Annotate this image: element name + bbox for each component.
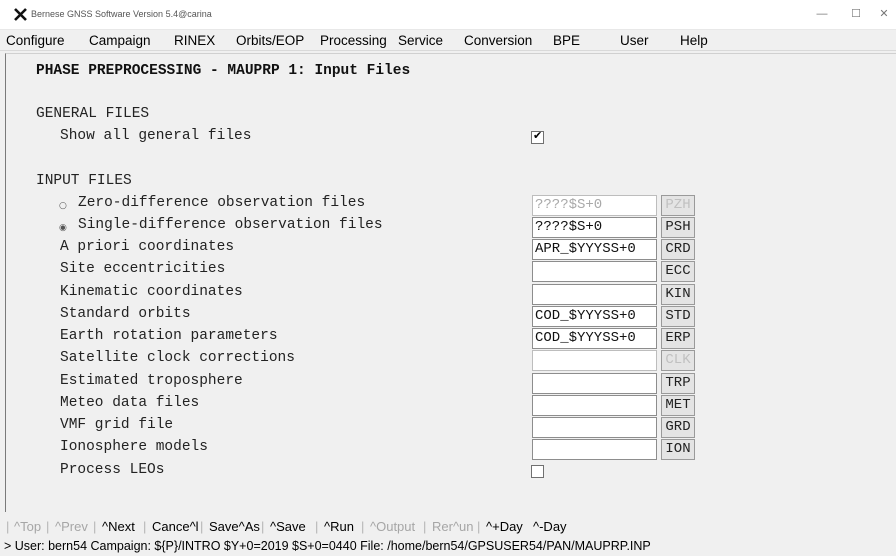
menu-bpe[interactable]: BPE <box>553 33 580 48</box>
earth-rotation-parameters-input[interactable]: COD_$YYYSS+0 <box>532 328 657 349</box>
minus-day-button[interactable]: ^-Day <box>533 519 567 534</box>
menu-help[interactable]: Help <box>680 33 708 48</box>
earth-rotation-parameters-label: Earth rotation parameters <box>60 328 278 344</box>
separator: | <box>46 519 50 534</box>
save-as-button[interactable]: Save^As <box>209 519 260 534</box>
separator: | <box>6 519 10 534</box>
menu-rinex[interactable]: RINEX <box>174 33 215 48</box>
run-button[interactable]: ^Run <box>324 519 354 534</box>
output-button[interactable]: ^Output <box>370 519 415 534</box>
menu-orbits-eop[interactable]: Orbits/EOP <box>236 33 304 48</box>
single-diff-obs-label: Single-difference observation files <box>78 217 383 233</box>
meteo-data-files-ext-button[interactable]: MET <box>661 395 695 416</box>
window-titlebar: Bernese GNSS Software Version 5.4@carina… <box>0 0 896 30</box>
process-leos-checkbox[interactable] <box>531 465 544 478</box>
menu-campaign[interactable]: Campaign <box>89 33 151 48</box>
panel-title: PHASE PREPROCESSING - MAUPRP 1: Input Fi… <box>36 63 411 79</box>
rerun-button[interactable]: Rer^un <box>432 519 474 534</box>
window-title: Bernese GNSS Software Version 5.4@carina <box>31 9 212 19</box>
site-eccentricities-input[interactable] <box>532 261 657 282</box>
separator: | <box>200 519 204 534</box>
standard-orbits-input[interactable]: COD_$YYYSS+0 <box>532 306 657 327</box>
menu-bar: Configure Campaign RINEX Orbits/EOP Proc… <box>0 30 896 51</box>
earth-rotation-parameters-ext-button[interactable]: ERP <box>661 328 695 349</box>
single-diff-ext-button[interactable]: PSH <box>661 217 695 238</box>
cancel-button[interactable]: Cance^l <box>152 519 199 534</box>
site-eccentricities-label: Site eccentricities <box>60 261 226 277</box>
separator: | <box>261 519 265 534</box>
vmf-grid-file-input[interactable] <box>532 417 657 438</box>
ionosphere-models-label: Ionosphere models <box>60 439 208 455</box>
menu-processing[interactable]: Processing <box>320 33 387 48</box>
show-all-general-files-checkbox[interactable]: ✔ <box>531 129 544 144</box>
x-logo-icon <box>14 8 27 21</box>
zero-diff-obs-input[interactable]: ????$S+0 <box>532 195 657 216</box>
menu-configure[interactable]: Configure <box>6 33 65 48</box>
checkmark-icon: ✔ <box>533 129 543 142</box>
satellite-clock-corrections-label: Satellite clock corrections <box>60 350 295 366</box>
status-bar: > User: bern54 Campaign: ${P}/INTRO $Y+0… <box>0 538 896 556</box>
kinematic-coordinates-ext-button[interactable]: KIN <box>661 284 695 305</box>
standard-orbits-label: Standard orbits <box>60 306 191 322</box>
next-button[interactable]: ^Next <box>102 519 135 534</box>
separator: | <box>143 519 147 534</box>
ionosphere-models-ext-button[interactable]: ION <box>661 439 695 460</box>
kinematic-coordinates-label: Kinematic coordinates <box>60 284 243 300</box>
separator: | <box>315 519 319 534</box>
menu-service[interactable]: Service <box>398 33 443 48</box>
zero-diff-radio[interactable]: ○ <box>59 201 67 211</box>
separator: | <box>361 519 365 534</box>
input-files-heading: INPUT FILES <box>36 173 132 189</box>
meteo-data-files-input[interactable] <box>532 395 657 416</box>
standard-orbits-ext-button[interactable]: STD <box>661 306 695 327</box>
single-diff-obs-input[interactable]: ????$S+0 <box>532 217 657 238</box>
menu-user[interactable]: User <box>620 33 649 48</box>
process-leos-label: Process LEOs <box>60 462 165 478</box>
maximize-button[interactable]: ☐ <box>846 6 866 22</box>
input-panel: PHASE PREPROCESSING - MAUPRP 1: Input Fi… <box>5 53 896 512</box>
a-priori-coordinates-label: A priori coordinates <box>60 239 235 255</box>
a-priori-coordinates-input[interactable]: APR_$YYYSS+0 <box>532 239 657 260</box>
separator: | <box>423 519 427 534</box>
separator: | <box>93 519 97 534</box>
estimated-troposphere-label: Estimated troposphere <box>60 373 243 389</box>
satellite-clock-corrections-input[interactable] <box>532 350 657 371</box>
general-files-heading: GENERAL FILES <box>36 106 150 122</box>
menu-conversion[interactable]: Conversion <box>464 33 532 48</box>
kinematic-coordinates-input[interactable] <box>532 284 657 305</box>
satellite-clock-corrections-ext-button[interactable]: CLK <box>661 350 695 371</box>
plus-day-button[interactable]: ^+Day <box>486 519 523 534</box>
estimated-troposphere-ext-button[interactable]: TRP <box>661 373 695 394</box>
meteo-data-files-label: Meteo data files <box>60 395 200 411</box>
button-bar: | ^Top | ^Prev | ^Next | Cance^l | Save^… <box>0 513 896 538</box>
save-button[interactable]: ^Save <box>270 519 306 534</box>
ionosphere-models-input[interactable] <box>532 439 657 460</box>
zero-diff-obs-label: Zero-difference observation files <box>78 195 366 211</box>
vmf-grid-file-ext-button[interactable]: GRD <box>661 417 695 438</box>
prev-button[interactable]: ^Prev <box>55 519 88 534</box>
single-diff-radio[interactable]: ◉ <box>59 223 67 233</box>
close-button[interactable]: ✕ <box>874 6 894 22</box>
show-all-general-files-label: Show all general files <box>60 128 252 144</box>
estimated-troposphere-input[interactable] <box>532 373 657 394</box>
site-eccentricities-ext-button[interactable]: ECC <box>661 261 695 282</box>
a-priori-coordinates-ext-button[interactable]: CRD <box>661 239 695 260</box>
vmf-grid-file-label: VMF grid file <box>60 417 174 433</box>
zero-diff-ext-button[interactable]: PZH <box>661 195 695 216</box>
top-button[interactable]: ^Top <box>14 519 41 534</box>
minimize-button[interactable]: — <box>812 6 832 22</box>
separator: | <box>477 519 481 534</box>
